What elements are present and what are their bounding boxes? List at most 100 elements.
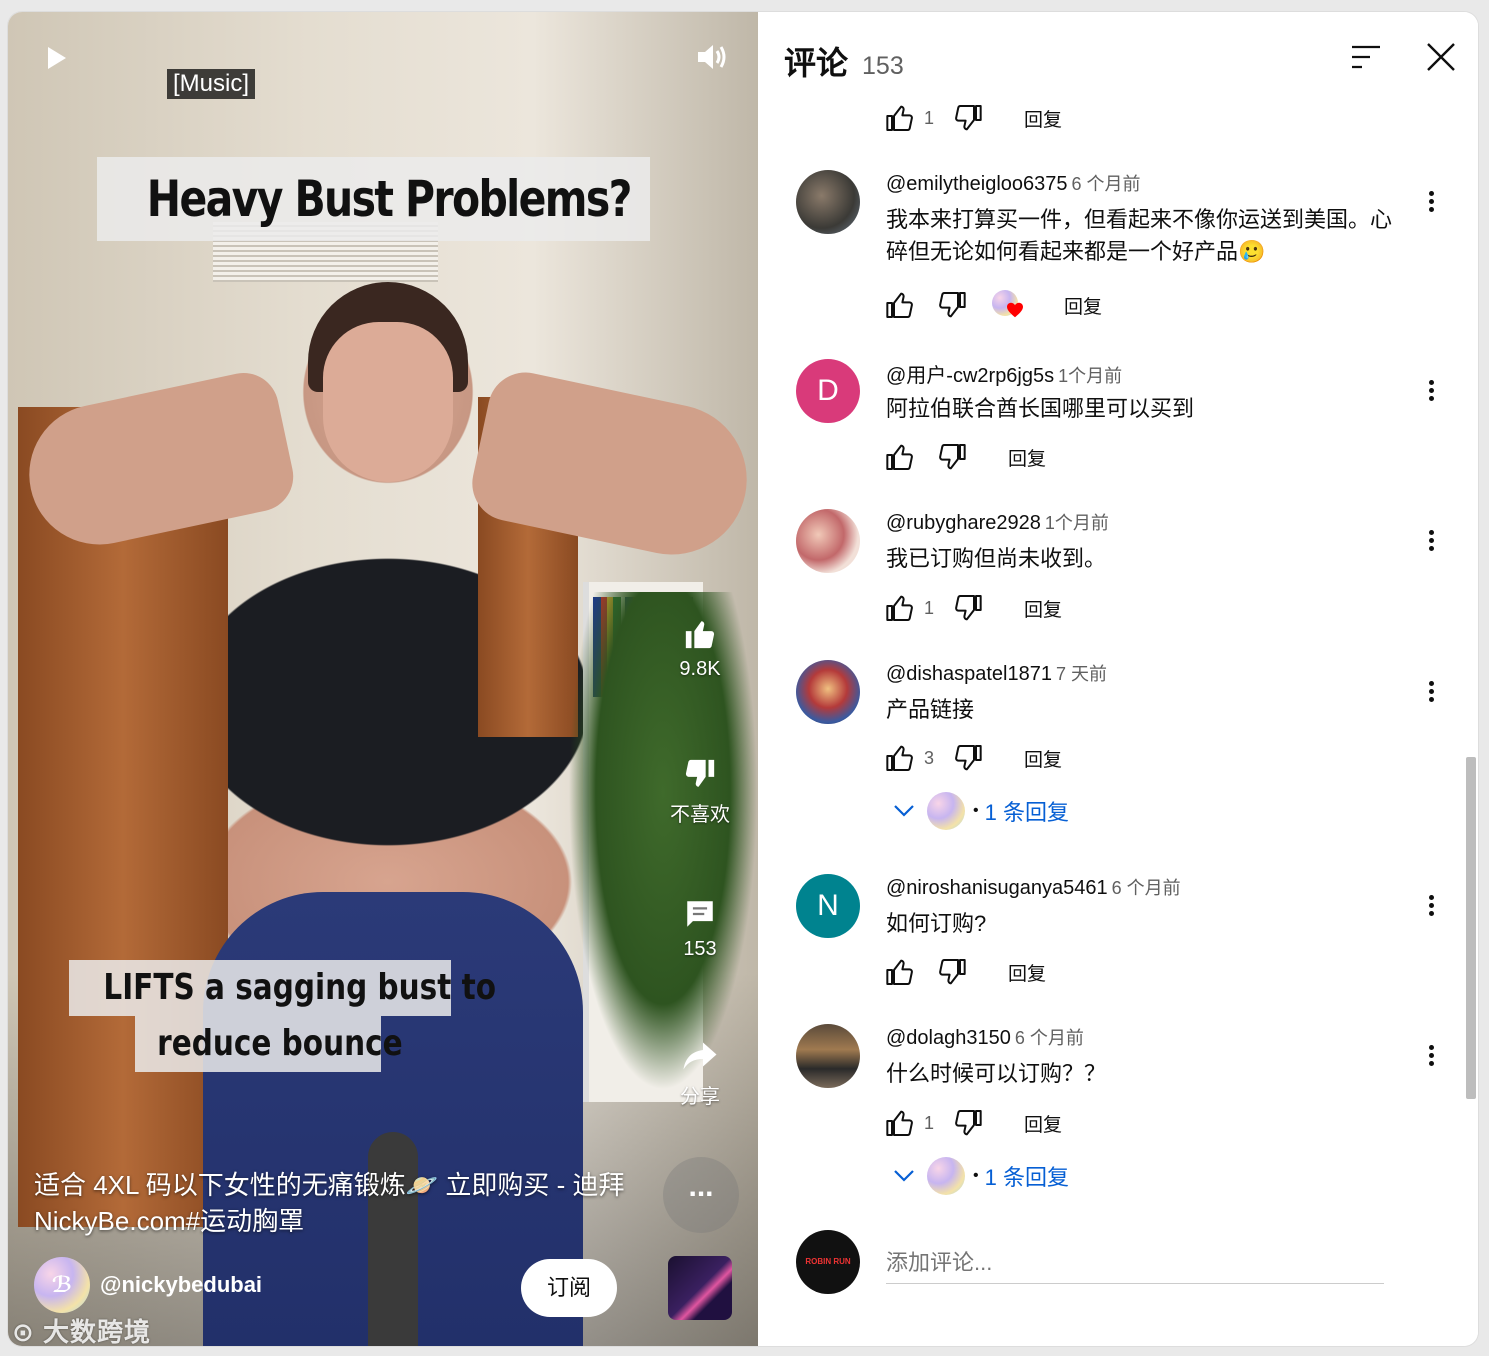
comment-text: 我本来打算买一件，但看起来不像你运送到美国。心碎但无论如何看起来都是一个好产品🥲: [886, 207, 1393, 264]
thumbs-up-icon[interactable]: [884, 592, 916, 624]
scrollbar[interactable]: [1466, 757, 1476, 1099]
thumbs-down-icon[interactable]: [952, 592, 984, 624]
thumbs-down-icon[interactable]: [936, 956, 968, 988]
reply-button[interactable]: 回复: [1024, 105, 1062, 132]
comment-author[interactable]: @用户-cw2rp6jg5s: [886, 365, 1054, 387]
thumbs-up-icon[interactable]: [884, 742, 916, 774]
creator-heart: [992, 288, 1026, 322]
thumbs-up-icon[interactable]: [884, 441, 916, 473]
reply-button[interactable]: 回复: [1008, 959, 1046, 986]
thumbs-up-icon[interactable]: [884, 1107, 916, 1139]
comment-time[interactable]: 7 天前: [1056, 664, 1107, 684]
reply-button[interactable]: 回复: [1064, 292, 1102, 319]
dot-separator: •: [973, 1167, 979, 1184]
comment-time[interactable]: 1个月前: [1045, 513, 1109, 533]
reply-button[interactable]: 回复: [1024, 595, 1062, 622]
channel-name[interactable]: @nickybedubai: [100, 1272, 262, 1298]
reply-button[interactable]: 回复: [1008, 444, 1046, 471]
replies-count: 1 条回复: [984, 1165, 1069, 1190]
like-count: 9.8K: [679, 658, 721, 680]
dislike-button[interactable]: 不喜欢: [663, 750, 737, 827]
comment-time[interactable]: 1个月前: [1058, 366, 1122, 386]
like-count: 1: [924, 107, 935, 128]
thumbs-down-icon[interactable]: [952, 102, 984, 134]
avatar[interactable]: [796, 509, 860, 573]
dot-separator: •: [973, 802, 979, 819]
comment-header: @dolagh3150 6 个月前: [886, 1024, 1084, 1050]
view-replies-button[interactable]: • 1 条回复: [893, 792, 1069, 830]
avatar[interactable]: [796, 170, 860, 234]
comment-menu-button[interactable]: [1426, 678, 1436, 705]
volume-button[interactable]: [696, 42, 728, 77]
comment-actions: 回复: [884, 439, 1046, 475]
comment-menu-button[interactable]: [1426, 1042, 1436, 1069]
audio-thumbnail[interactable]: [668, 1256, 732, 1320]
comment-author[interactable]: @rubyghare2928: [886, 512, 1041, 534]
heart-icon: [1007, 302, 1023, 318]
comment-text: 我已订购但尚未收到。: [886, 546, 1107, 571]
more-options-button[interactable]: ...: [663, 1157, 739, 1233]
like-count: 3: [924, 747, 935, 768]
avatar[interactable]: D: [796, 359, 860, 423]
comment-menu-button[interactable]: [1426, 377, 1436, 404]
view-replies-button[interactable]: • 1 条回复: [893, 1157, 1069, 1195]
thumbs-down-icon: [685, 759, 715, 787]
close-button[interactable]: [1426, 42, 1456, 77]
thumbs-up-icon[interactable]: [884, 956, 916, 988]
share-button[interactable]: 分享: [663, 1032, 737, 1109]
comment-actions: 3 回复: [884, 740, 1062, 776]
reply-button[interactable]: 回复: [1024, 745, 1062, 772]
comment-time[interactable]: 6 个月前: [1072, 174, 1141, 194]
comment-actions: 1 回复: [884, 100, 1062, 136]
text-overlay-line2: reduce bounce: [135, 1016, 403, 1072]
comment-author[interactable]: @dishaspatel1871: [886, 663, 1052, 685]
comment-icon: [687, 901, 713, 927]
video-title-overlay: Heavy Bust Problems?: [97, 157, 650, 241]
closed-caption: [Music]: [167, 69, 256, 99]
comment-header: @用户-cw2rp6jg5s 1个月前: [886, 359, 1122, 388]
thumbs-down-icon[interactable]: [936, 441, 968, 473]
channel-avatar[interactable]: ℬ: [34, 1257, 90, 1313]
avatar[interactable]: [796, 1024, 860, 1088]
user-avatar[interactable]: ROBIN RUN: [796, 1230, 860, 1294]
creator-avatar: [927, 1157, 965, 1195]
comment-author[interactable]: @niroshanisuganya5461: [886, 877, 1108, 899]
like-count: 1: [924, 1112, 935, 1133]
watermark-text: 大数跨境: [43, 1317, 152, 1346]
avatar[interactable]: [796, 660, 860, 724]
comment-menu-button[interactable]: [1426, 527, 1436, 554]
comment-count: 153: [683, 938, 717, 960]
comment-text: 阿拉伯联合酋长国哪里可以买到: [886, 396, 1195, 421]
add-comment-input[interactable]: [886, 1242, 1384, 1284]
comment-author[interactable]: @emilytheigloo6375: [886, 173, 1068, 195]
comment-header: @niroshanisuganya5461 6 个月前: [886, 874, 1181, 900]
subscribe-button[interactable]: 订阅: [521, 1259, 617, 1317]
comments-button[interactable]: 153: [663, 890, 737, 961]
sort-icon: [1352, 45, 1380, 69]
share-icon: [683, 1042, 717, 1070]
comment-header: @dishaspatel1871 7 天前: [886, 660, 1107, 686]
comment-menu-button[interactable]: [1426, 892, 1436, 919]
thumbs-down-icon[interactable]: [952, 1107, 984, 1139]
video-description[interactable]: 适合 4XL 码以下女性的无痛锻炼🪐 立即购买 - 迪拜 NickyBe.com…: [34, 1167, 644, 1239]
comment-actions: 回复: [884, 287, 1102, 323]
thumbs-down-icon[interactable]: [936, 289, 968, 321]
reply-button[interactable]: 回复: [1024, 1110, 1062, 1137]
thumbs-up-icon[interactable]: [884, 102, 916, 134]
comment-menu-button[interactable]: [1426, 188, 1436, 215]
chevron-down-icon: [894, 1170, 914, 1182]
sort-button[interactable]: [1350, 44, 1382, 75]
chevron-down-icon: [894, 805, 914, 817]
thumbs-up-icon[interactable]: [884, 289, 916, 321]
video-player[interactable]: [Music] Heavy Bust Problems? LIFTS a sag…: [8, 12, 758, 1346]
comment-actions: 1 回复: [884, 590, 1062, 626]
thumbs-down-icon[interactable]: [952, 742, 984, 774]
comment-header: @emilytheigloo6375 6 个月前: [886, 170, 1141, 196]
play-button[interactable]: [46, 46, 68, 75]
comment-time[interactable]: 6 个月前: [1112, 878, 1181, 898]
avatar[interactable]: N: [796, 874, 860, 938]
comment-time[interactable]: 6 个月前: [1015, 1028, 1084, 1048]
like-button[interactable]: 9.8K: [663, 610, 737, 681]
comments-header: 评论 153: [784, 38, 904, 84]
comment-author[interactable]: @dolagh3150: [886, 1027, 1011, 1049]
